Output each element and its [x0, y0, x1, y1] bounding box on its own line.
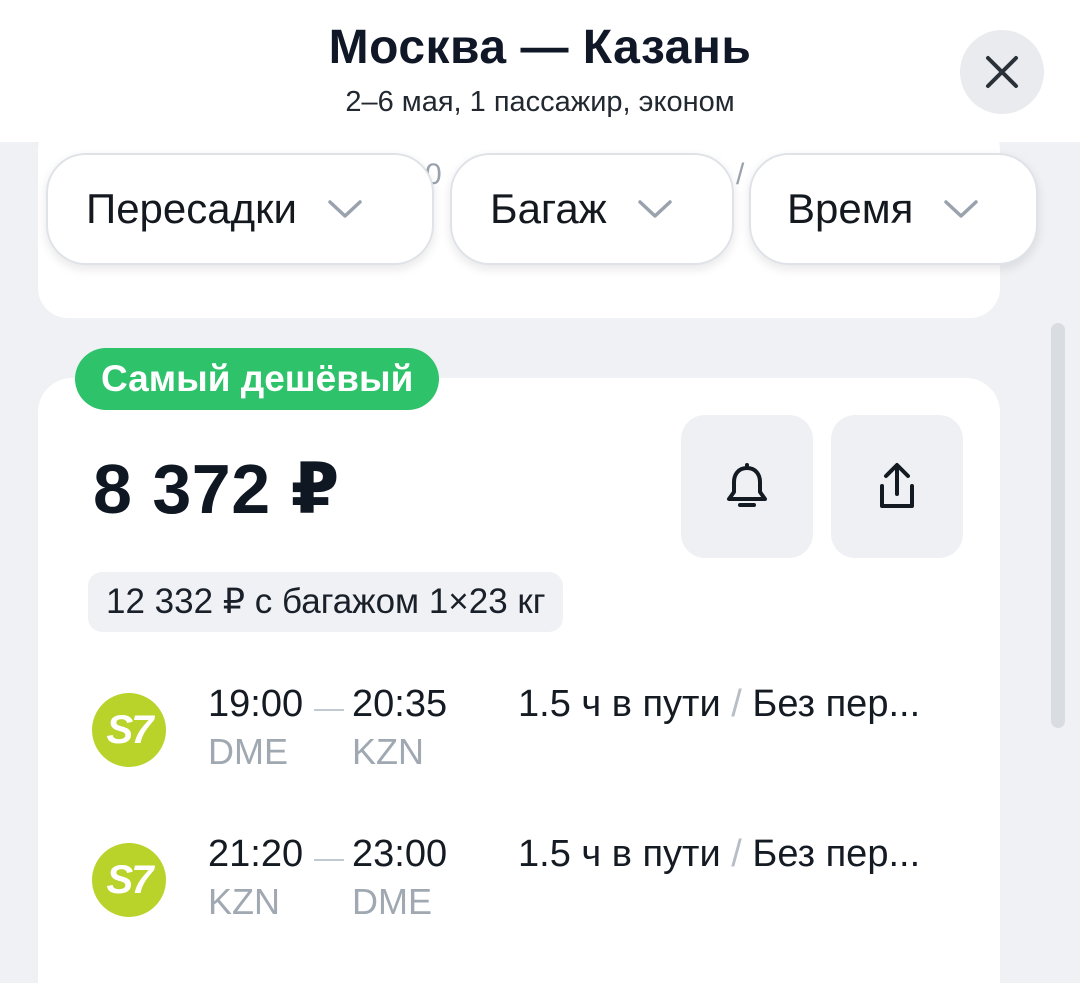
route-title: Москва — Казань	[328, 21, 752, 74]
flight-duration-info: 1.5 ч в пути / Без пер...	[518, 833, 920, 876]
share-icon	[880, 462, 914, 508]
departure-time: 19:00	[208, 683, 304, 725]
flight-duration-info: 1.5 ч в пути / Без пер...	[518, 683, 920, 726]
flight-results-screen: Москва — Казань 2–6 мая, 1 пассажир, эко…	[0, 0, 1080, 983]
departure-time: 21:20	[208, 833, 304, 875]
chevron-down-icon	[327, 198, 363, 220]
ticket-price: 8 372 ₽	[93, 450, 340, 528]
time-separator	[314, 859, 344, 861]
arrival-airport: KZN	[352, 731, 424, 772]
time-separator	[314, 709, 344, 711]
info-separator: /	[731, 683, 742, 725]
filter-chip-baggage[interactable]: Багаж	[450, 153, 734, 265]
flight-stops: Без пер...	[752, 683, 921, 725]
baggage-price-tag: 12 332 ₽ с багажом 1×23 кг	[88, 572, 564, 632]
airline-logo-text: S7	[106, 857, 154, 902]
scrollbar[interactable]	[1051, 323, 1065, 728]
flight-segment-return: S7 21:20 23:00 KZN DME 1.5 ч в пути / Бе…	[92, 833, 992, 933]
arrival-time: 20:35	[352, 683, 448, 725]
flight-duration: 1.5 ч в пути	[518, 833, 721, 875]
close-icon	[986, 56, 1018, 88]
departure-airport: KZN	[208, 881, 280, 922]
arrival-airport: DME	[352, 881, 432, 922]
filter-chip-time[interactable]: Время	[749, 153, 1038, 265]
share-button[interactable]	[831, 415, 963, 558]
search-summary: 2–6 мая, 1 пассажир, эконом	[345, 86, 735, 118]
filter-chip-label: Время	[787, 185, 914, 232]
filter-chip-label: Багаж	[490, 185, 607, 232]
chevron-down-icon	[637, 198, 673, 220]
flight-segment-outbound: S7 19:00 20:35 DME KZN 1.5 ч в пути / Бе…	[92, 683, 992, 783]
bell-icon	[727, 462, 767, 507]
header: Москва — Казань 2–6 мая, 1 пассажир, эко…	[0, 0, 1080, 142]
airline-logo-text: S7	[106, 707, 154, 752]
chevron-down-icon	[943, 198, 979, 220]
price-alert-button[interactable]	[681, 415, 813, 558]
arrival-time: 23:00	[352, 833, 448, 875]
close-button[interactable]	[960, 30, 1044, 114]
airline-logo-s7: S7	[92, 693, 166, 767]
airline-logo-s7: S7	[92, 843, 166, 917]
filter-chip-transfers[interactable]: Пересадки	[46, 153, 434, 265]
info-separator: /	[731, 833, 742, 875]
departure-airport: DME	[208, 731, 288, 772]
filter-chip-label: Пересадки	[86, 185, 297, 232]
filter-panel-hidden-text: /	[736, 158, 745, 191]
flight-duration: 1.5 ч в пути	[518, 683, 721, 725]
cheapest-badge: Самый дешёвый	[75, 348, 440, 410]
flight-stops: Без пер...	[752, 833, 921, 875]
